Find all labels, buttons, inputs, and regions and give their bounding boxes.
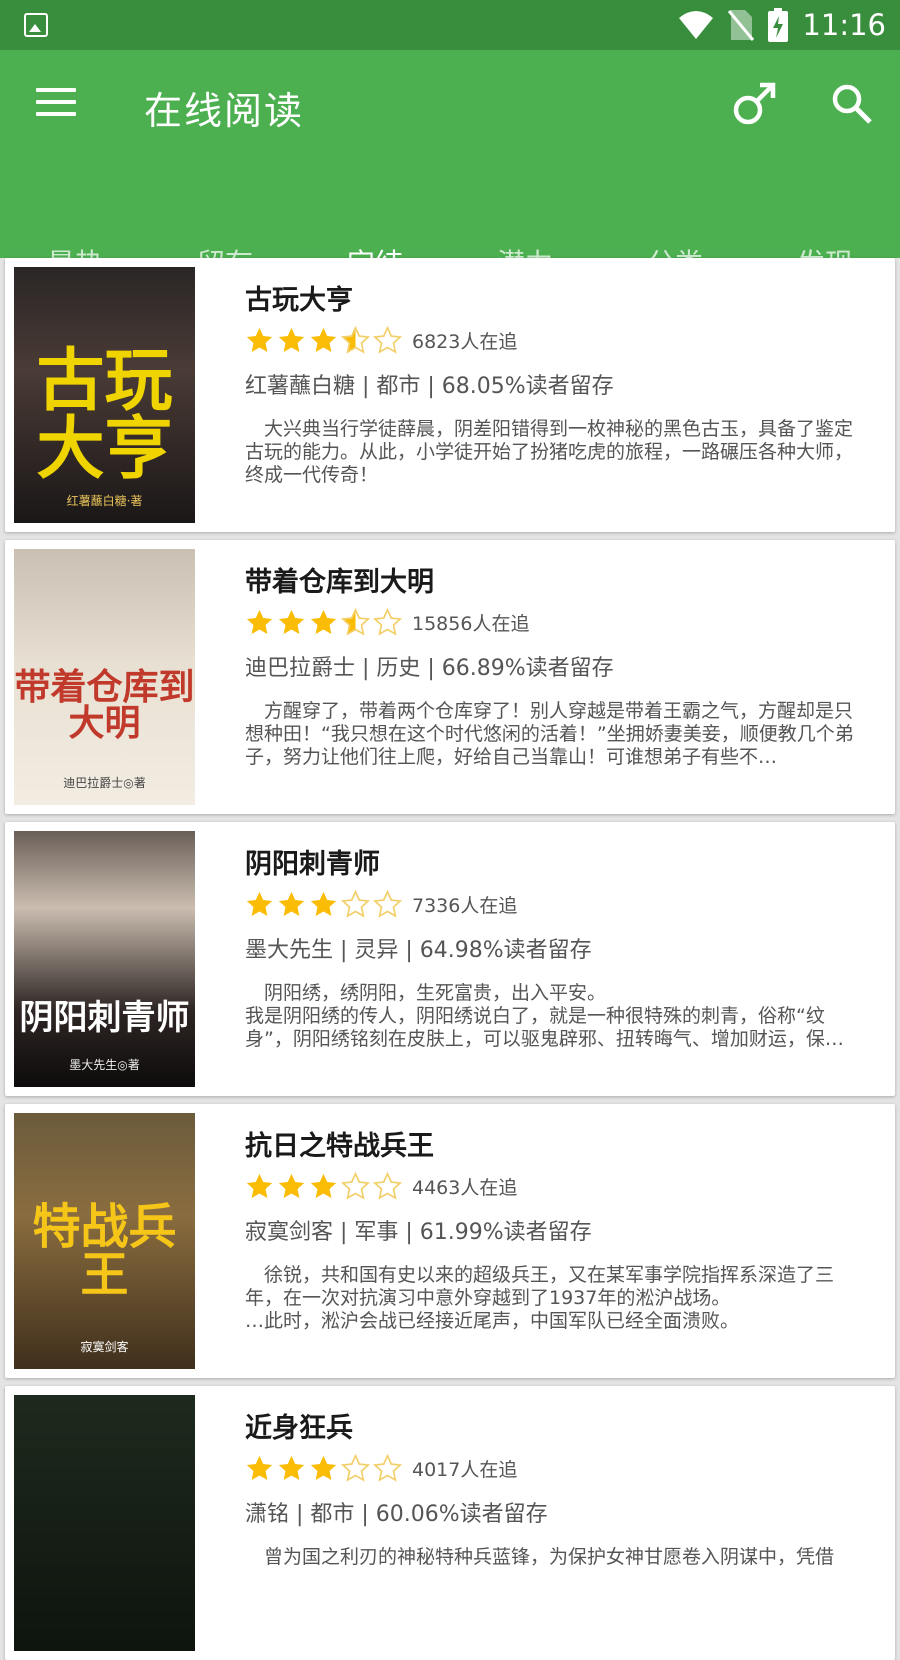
star-empty-icon — [341, 1172, 370, 1200]
star-rating — [245, 1454, 402, 1483]
book-cover-image[interactable]: 特战兵王 寂寞剑客 — [14, 1113, 195, 1369]
cover-author-text: 寂寞剑客 — [80, 1340, 129, 1354]
rating-row: 7336人在追 — [245, 890, 517, 919]
app-title: 在线阅读 — [144, 89, 305, 133]
book-description: 方醒穿了，带着两个仓库穿了！别人穿越是带着王霸之气，方醒却是只想种田！“我只想在… — [245, 700, 854, 768]
star-filled-icon — [246, 891, 273, 916]
star-rating — [245, 890, 402, 919]
image-notification-icon — [24, 13, 48, 37]
star-rating — [245, 1172, 402, 1201]
star-filled-icon — [310, 891, 337, 916]
male-gender-icon[interactable] — [730, 78, 780, 128]
book-cover-image[interactable] — [14, 1395, 195, 1651]
star-filled-icon — [278, 1173, 305, 1198]
star-filled-icon — [246, 327, 273, 352]
rating-row: 4017人在追 — [245, 1454, 517, 1483]
star-filled-icon — [310, 1173, 337, 1198]
book-title: 近身狂兵 — [245, 1413, 353, 1444]
followers-count: 4463人在追 — [412, 1177, 518, 1199]
star-half-icon — [341, 608, 370, 636]
book-title: 带着仓库到大明 — [245, 567, 434, 598]
book-cover-image[interactable]: 阴阳刺青师墨大先生◎著 — [14, 831, 195, 1087]
followers-count: 6823人在追 — [412, 331, 518, 353]
star-empty-icon — [341, 890, 370, 918]
star-empty-icon — [373, 1172, 402, 1200]
battery-charging-icon — [768, 8, 789, 42]
book-description: 徐锐，共和国有史以来的超级兵王，又在某军事学院指挥系深造了三年，在一次对抗演习中… — [245, 1264, 835, 1332]
book-description: 大兴典当行学徒薛晨，阴差阳错得到一枚神秘的黑色古玉，具备了鉴定古玩的能力。从此，… — [245, 418, 854, 486]
cover-title-text: 特战兵王 — [32, 1199, 177, 1303]
star-filled-icon — [278, 1455, 305, 1480]
rating-row: 4463人在追 — [245, 1172, 517, 1201]
book-cover-image[interactable]: 古玩大亨红薯蘸白糖·著 — [14, 267, 195, 523]
book-title: 古玩大亨 — [245, 285, 353, 316]
star-rating — [245, 608, 402, 637]
cover-author-text: 墨大先生◎著 — [69, 1058, 140, 1072]
star-empty-icon — [373, 326, 402, 354]
book-title: 抗日之特战兵王 — [245, 1131, 434, 1162]
book-meta: 墨大先生 | 灵异 | 64.98%读者留存 — [245, 938, 592, 963]
followers-count: 7336人在追 — [412, 895, 518, 917]
followers-count: 4017人在追 — [412, 1459, 518, 1481]
cover-title-text: 阴阳刺青师 — [19, 998, 190, 1038]
book-card[interactable]: 带着仓库到大明 迪巴拉爵士◎著 带着仓库到大明 15856人在追 迪巴拉爵士 | 历史 … — [5, 540, 895, 814]
book-title: 阴阳刺青师 — [245, 849, 380, 880]
star-filled-icon — [278, 891, 305, 916]
cover-author-text: 迪巴拉爵士◎著 — [63, 776, 146, 790]
star-filled-icon — [310, 327, 337, 352]
rating-row: 6823人在追 — [245, 326, 517, 355]
followers-count: 15856人在追 — [412, 613, 530, 635]
star-filled-icon — [246, 609, 273, 634]
status-bar: 11:16 — [0, 0, 900, 50]
no-sim-icon — [728, 10, 755, 41]
cover-author-text: 红薯蘸白糖·著 — [66, 494, 143, 508]
book-description: 曾为国之利刃的神秘特种兵蓝锋，为保护女神甘愿卷入阴谋中，凭借 — [245, 1546, 835, 1568]
book-card[interactable]: 特战兵王寂寞剑客 抗日之特战兵王 4463人在追寂寞剑客 | 军事 | 61.99%… — [5, 1104, 895, 1378]
star-filled-icon — [278, 609, 305, 634]
rating-row: 15856人在追 — [245, 608, 529, 637]
book-cover-image[interactable]: 带着仓库到大明迪巴拉爵士◎著 — [14, 549, 195, 805]
book-card[interactable]: 古玩大亨 红薯蘸白糖·著 古玩大亨 6823人在追 红薯蘸白糖 | 都市 | 68.05… — [5, 258, 895, 532]
clock: 11:16 — [802, 8, 886, 42]
star-filled-icon — [246, 1173, 273, 1198]
book-meta: 迪巴拉爵士 | 历史 | 66.89%读者留存 — [245, 656, 614, 681]
book-meta: 红薯蘸白糖 | 都市 | 68.05%读者留存 — [245, 374, 614, 399]
star-empty-icon — [373, 1454, 402, 1482]
book-meta: 寂寞剑客 | 军事 | 61.99%读者留存 — [245, 1220, 592, 1245]
wifi-icon — [679, 11, 714, 39]
star-filled-icon — [278, 327, 305, 352]
app-bar: 在线阅读 最热留存完结潜力分类发现 — [0, 50, 900, 308]
star-empty-icon — [373, 890, 402, 918]
star-filled-icon — [310, 609, 337, 634]
book-meta: 潇铭 | 都市 | 60.06%读者留存 — [245, 1502, 548, 1527]
star-empty-icon — [373, 608, 402, 636]
star-filled-icon — [246, 1455, 273, 1480]
cover-title-text: 带着仓库到大明 — [14, 666, 195, 744]
book-card[interactable]: 近身狂兵 4017人在追潇铭 | 都市 | 60.06%读者留存 曾为国之利刃的神… — [5, 1386, 895, 1660]
book-description: 阴阳绣，绣阴阳，生死富贵，出入平安。 我是阴阳绣的传人，阴阳绣说白了，就是一种很… — [245, 982, 844, 1050]
menu-icon[interactable] — [36, 88, 76, 120]
star-empty-icon — [341, 1454, 370, 1482]
book-card[interactable]: 阴阳刺青师 墨大先生◎著 阴阳刺青师 7336人在追 墨大先生 | 灵异 | 64.98… — [5, 822, 895, 1096]
star-filled-icon — [310, 1455, 337, 1480]
search-icon[interactable] — [830, 82, 874, 126]
star-half-icon — [341, 326, 370, 354]
cover-title-text: 古玩大亨 — [36, 341, 173, 489]
star-rating — [245, 326, 402, 355]
